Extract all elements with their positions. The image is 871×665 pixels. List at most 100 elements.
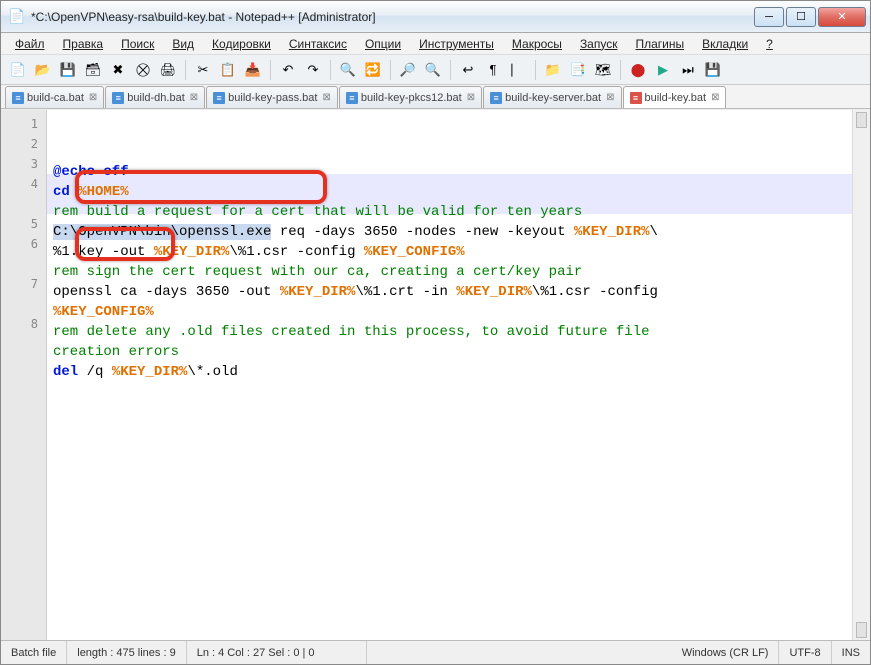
menu-macros[interactable]: Макросы (504, 35, 570, 53)
tab-label: build-dh.bat (127, 92, 185, 104)
wordwrap-button[interactable]: ↩ (457, 59, 479, 81)
tsep (450, 60, 451, 80)
close-button[interactable]: ✕ (818, 7, 866, 27)
tab-close-icon[interactable]: ⊠ (711, 92, 719, 103)
file-icon: ≡ (490, 92, 502, 104)
record-button[interactable]: ⬤ (627, 59, 649, 81)
tab-label: build-ca.bat (27, 92, 84, 104)
code-line[interactable]: C:\OpenVPN\bin\openssl.exe req -days 365… (53, 222, 846, 242)
showall-button[interactable]: ¶ (482, 59, 504, 81)
func-list-button[interactable]: 📑 (567, 59, 589, 81)
indent-guide-button[interactable]: ⎸ (507, 59, 529, 81)
menu-run[interactable]: Запуск (572, 35, 626, 53)
code-line[interactable]: rem sign the cert request with our ca, c… (53, 262, 846, 282)
menu-tools[interactable]: Инструменты (411, 35, 502, 53)
close-tab-button[interactable]: ✖ (107, 59, 129, 81)
menu-file[interactable]: Файл (7, 35, 53, 53)
status-language: Batch file (1, 641, 67, 664)
new-file-button[interactable]: 📄 (7, 59, 29, 81)
print-button[interactable]: 🖨 (157, 59, 179, 81)
line-number: 6 (1, 234, 46, 254)
zoom-in-button[interactable]: 🔎 (397, 59, 419, 81)
zoom-out-button[interactable]: 🔍 (422, 59, 444, 81)
tab-build-key-pkcs12-bat[interactable]: ≡build-key-pkcs12.bat⊠ (339, 86, 482, 108)
line-number (1, 294, 46, 314)
tab-close-icon[interactable]: ⊠ (89, 92, 97, 103)
tab-build-key-bat[interactable]: ≡build-key.bat ⊠ (623, 86, 727, 108)
status-eol: Windows (CR LF) (672, 641, 780, 664)
redo-button[interactable]: ↷ (302, 59, 324, 81)
menu-help[interactable]: ? (758, 35, 781, 53)
code-line[interactable]: creation errors (53, 342, 846, 362)
doc-map-button[interactable]: 🗺 (592, 59, 614, 81)
paste-button[interactable]: 📥 (242, 59, 264, 81)
copy-button[interactable]: 📋 (217, 59, 239, 81)
line-number: 3 (1, 154, 46, 174)
tsep (185, 60, 186, 80)
tab-close-icon[interactable]: ⊠ (322, 92, 330, 103)
tab-label: build-key-pass.bat (228, 92, 317, 104)
tab-label: build-key.bat (645, 92, 707, 104)
tab-close-icon[interactable]: ⊠ (190, 92, 198, 103)
maximize-button[interactable]: ☐ (786, 7, 816, 27)
folder-button[interactable]: 📁 (542, 59, 564, 81)
code-line[interactable]: rem build a request for a cert that will… (53, 202, 846, 222)
code-line[interactable]: @echo off (53, 162, 846, 182)
file-icon: ≡ (630, 92, 642, 104)
menu-syntax[interactable]: Синтаксис (281, 35, 355, 53)
tsep (390, 60, 391, 80)
line-number: 8 (1, 314, 46, 334)
statusbar: Batch file length : 475 lines : 9 Ln : 4… (1, 640, 870, 664)
code-editor[interactable]: @echo offcd %HOME%rem build a request fo… (47, 110, 852, 640)
tab-build-ca-bat[interactable]: ≡build-ca.bat⊠ (5, 86, 104, 108)
open-button[interactable]: 📂 (32, 59, 54, 81)
menu-encoding[interactable]: Кодировки (204, 35, 279, 53)
menu-view[interactable]: Вид (164, 35, 202, 53)
save-button[interactable]: 💾 (57, 59, 79, 81)
playfast-button[interactable]: ⏭ (677, 59, 699, 81)
tsep (330, 60, 331, 80)
window-title: *C:\OpenVPN\easy-rsa\build-key.bat - Not… (31, 10, 752, 24)
tab-label: build-key-server.bat (505, 92, 601, 104)
find-button[interactable]: 🔍 (337, 59, 359, 81)
minimize-button[interactable]: ─ (754, 7, 784, 27)
file-icon: ≡ (112, 92, 124, 104)
tab-build-key-server-bat[interactable]: ≡build-key-server.bat ⊠ (483, 86, 621, 108)
code-line[interactable]: %KEY_CONFIG% (53, 302, 846, 322)
save-all-button[interactable]: 🗃 (82, 59, 104, 81)
close-all-button[interactable]: ⛒ (132, 59, 154, 81)
app-icon: 📄 (9, 9, 25, 25)
code-line[interactable]: %1.key -out %KEY_DIR%\%1.csr -config %KE… (53, 242, 846, 262)
file-icon: ≡ (213, 92, 225, 104)
replace-button[interactable]: 🔁 (362, 59, 384, 81)
code-line[interactable]: openssl ca -days 3650 -out %KEY_DIR%\%1.… (53, 282, 846, 302)
savemacro-button[interactable]: 💾 (702, 59, 724, 81)
play-button[interactable]: ▶ (652, 59, 674, 81)
line-number: 2 (1, 134, 46, 154)
tabbar: ≡build-ca.bat⊠≡build-dh.bat⊠≡build-key-p… (1, 85, 870, 109)
code-line[interactable]: rem delete any .old files created in thi… (53, 322, 846, 342)
cut-button[interactable]: ✂ (192, 59, 214, 81)
line-number: 5 (1, 214, 46, 234)
code-line[interactable]: del /q %KEY_DIR%\*.old (53, 362, 846, 382)
status-insert-mode: INS (832, 641, 870, 664)
titlebar[interactable]: 📄 *C:\OpenVPN\easy-rsa\build-key.bat - N… (1, 1, 870, 33)
tsep (535, 60, 536, 80)
tab-close-icon[interactable]: ⊠ (467, 92, 475, 103)
undo-button[interactable]: ↶ (277, 59, 299, 81)
code-line[interactable]: cd %HOME% (53, 182, 846, 202)
tsep (620, 60, 621, 80)
status-length: length : 475 lines : 9 (67, 641, 186, 664)
vertical-scrollbar[interactable] (852, 110, 870, 640)
tsep (270, 60, 271, 80)
menu-options[interactable]: Опции (357, 35, 409, 53)
tab-close-icon[interactable]: ⊠ (606, 92, 614, 103)
menu-search[interactable]: Поиск (113, 35, 162, 53)
menu-plugins[interactable]: Плагины (627, 35, 692, 53)
tab-build-dh-bat[interactable]: ≡build-dh.bat ⊠ (105, 86, 205, 108)
tab-build-key-pass-bat[interactable]: ≡build-key-pass.bat ⊠ (206, 86, 338, 108)
menu-edit[interactable]: Правка (55, 35, 112, 53)
menu-tabs[interactable]: Вкладки (694, 35, 756, 53)
tab-label: build-key-pkcs12.bat (361, 92, 462, 104)
app-window: 📄 *C:\OpenVPN\easy-rsa\build-key.bat - N… (0, 0, 871, 665)
